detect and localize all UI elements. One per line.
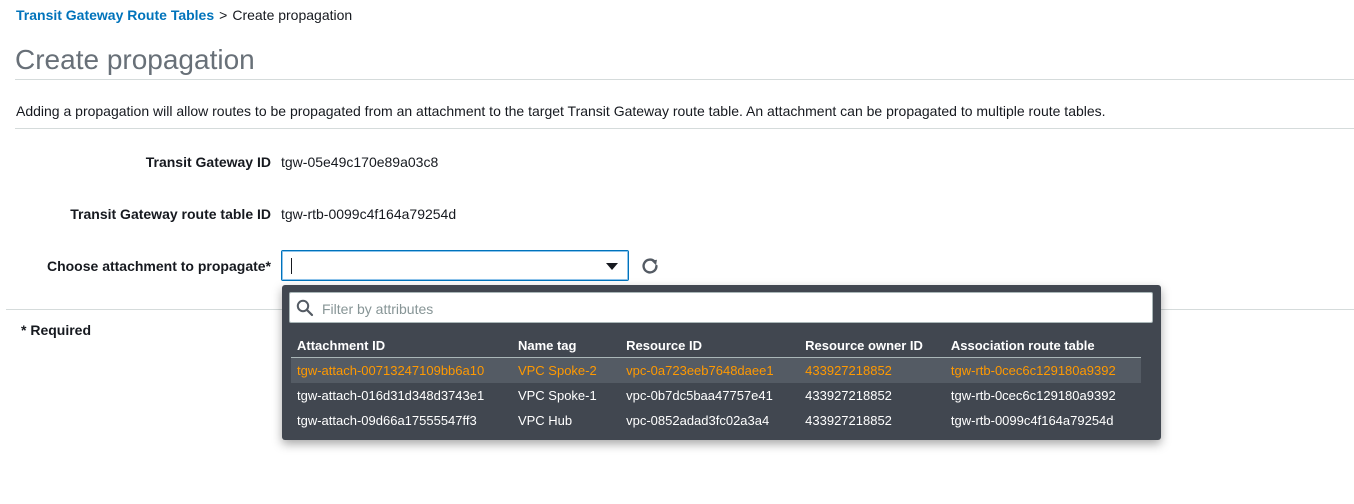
title-divider: [15, 79, 1354, 80]
attachment-table: Attachment ID Name tag Resource ID Resou…: [291, 333, 1141, 433]
table-cell: tgw-rtb-0cec6c129180a9392: [944, 357, 1141, 383]
column-header-name-tag: Name tag: [511, 333, 621, 358]
table-cell: VPC Spoke-2: [511, 357, 621, 383]
table-cell: VPC Spoke-1: [517, 388, 597, 403]
column-header-resource-id: Resource ID: [620, 333, 800, 358]
caret-down-icon[interactable]: [606, 263, 618, 270]
table-cell: tgw-attach-09d66a17555547ff3: [297, 413, 477, 428]
rtb-id-value: tgw-rtb-0099c4f164a79254d: [281, 206, 457, 222]
table-cell: tgw-attach-016d31d348d3743e1: [297, 388, 485, 403]
table-cell: 433927218852: [805, 388, 892, 403]
table-cell: tgw-rtb-0099c4f164a79254d: [950, 413, 1114, 428]
breadcrumb: Transit Gateway Route Tables > Create prop…: [16, 7, 352, 23]
refresh-icon[interactable]: [639, 255, 661, 277]
attachment-label: Choose attachment to propagate*: [46, 258, 271, 274]
tgw-id-value: tgw-05e49c170e89a03c8: [281, 154, 439, 170]
table-cell: vpc-0852adad3fc02a3a4: [626, 413, 770, 428]
attachment-dropdown-panel: Attachment ID Name tag Resource ID Resou…: [282, 285, 1161, 440]
column-header-association-route-table: Association route table: [944, 333, 1141, 358]
table-row[interactable]: tgw-attach-016d31d348d3743e1 VPC Spoke-1…: [291, 383, 1141, 408]
search-icon: [296, 299, 314, 317]
filter-input[interactable]: [320, 297, 1144, 320]
filter-box[interactable]: [289, 292, 1153, 323]
table-row[interactable]: tgw-attach-09d66a17555547ff3 VPC Hub vpc…: [291, 408, 1141, 433]
required-note: * Required: [21, 322, 92, 338]
table-cell: 433927218852: [805, 413, 892, 428]
table-cell: tgw-rtb-0cec6c129180a9392: [950, 388, 1116, 403]
table-cell: 433927218852: [799, 357, 945, 383]
table-cell: tgw-attach-00713247109bb6a10: [291, 357, 512, 383]
breadcrumb-current: Create propagation: [232, 7, 353, 23]
column-header-resource-owner-id: Resource owner ID: [799, 333, 945, 358]
breadcrumb-separator: >: [219, 7, 228, 23]
table-header-row: Attachment ID Name tag Resource ID Resou…: [291, 333, 1141, 358]
tgw-id-label: Transit Gateway ID: [145, 154, 271, 170]
column-header-attachment-id: Attachment ID: [291, 333, 512, 358]
table-cell: VPC Hub: [517, 413, 573, 428]
description-divider: [15, 128, 1354, 129]
table-cell: vpc-0a723eeb7648daee1: [620, 357, 800, 383]
text-cursor: [291, 258, 292, 274]
rtb-id-label: Transit Gateway route table ID: [70, 206, 271, 222]
table-row[interactable]: tgw-attach-00713247109bb6a10 VPC Spoke-2…: [291, 357, 1141, 383]
page-title: Create propagation: [15, 44, 255, 75]
attachment-select[interactable]: [281, 250, 629, 281]
breadcrumb-link-route-tables[interactable]: Transit Gateway Route Tables: [16, 7, 214, 23]
table-cell: vpc-0b7dc5baa47757e41: [626, 388, 773, 403]
page-description: Adding a propagation will allow routes t…: [16, 103, 1106, 119]
